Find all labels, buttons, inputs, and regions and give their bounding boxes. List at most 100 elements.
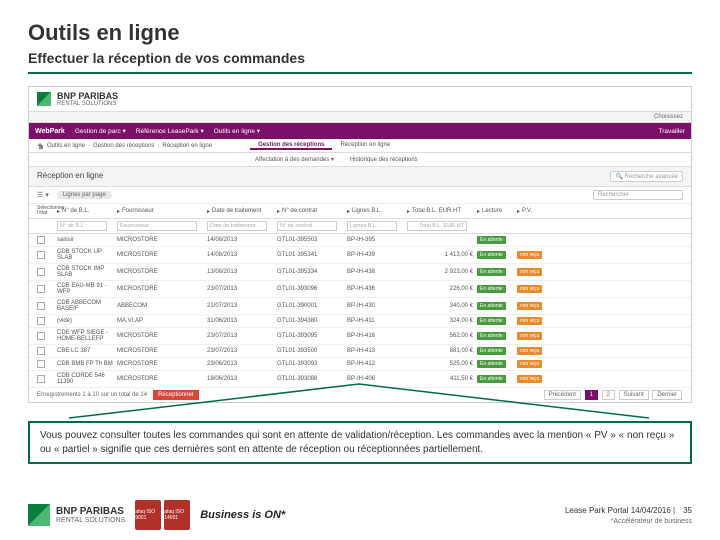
cell-four: MICROSTORE	[117, 333, 207, 339]
cell-date: 23/07/2013	[207, 286, 277, 292]
col-select: Sélectionner l'état	[37, 206, 57, 216]
subtab-affectation[interactable]: Affectation à des demandes ▾	[247, 153, 342, 166]
cell-total: 1 413,00 €	[407, 252, 477, 258]
cell-lecture: En attente	[477, 332, 517, 340]
panel-title-bar: Réception en ligne 🔍 Recherche avancée	[29, 167, 691, 187]
app-header: BNP PARIBAS RENTAL SOLUTIONS	[29, 87, 691, 112]
cell-contrat: GTL01-395334	[277, 269, 347, 275]
menu-item-parc[interactable]: Gestion de parc ▾	[75, 127, 126, 135]
cell-contrat: GTL01-394380	[277, 318, 347, 324]
cell-bl: CDB CORDE 546 11390	[57, 373, 117, 385]
row-checkbox[interactable]	[37, 268, 45, 276]
menu-item-outils[interactable]: Outils en ligne ▾	[214, 127, 260, 135]
table-row[interactable]: CDB EAU-MB 91 - WFPMICROSTORE23/07/2013G…	[29, 281, 691, 298]
cell-bl: CDB STOCK UP SLAB	[57, 249, 117, 261]
breadcrumb-bar: Outils en ligne · Gestion des réceptions…	[29, 139, 691, 153]
row-checkbox[interactable]	[37, 285, 45, 293]
menu-right[interactable]: Travailler	[659, 128, 686, 135]
filter-four[interactable]: Fournisseur	[117, 221, 197, 231]
table-row[interactable]: CDB CORDE 546 11390MICROSTORE18/06/2013G…	[29, 371, 691, 388]
cell-contrat: GTL01-390001	[277, 303, 347, 309]
pager-2[interactable]: 2	[602, 390, 615, 400]
search-input[interactable]: Rechercher	[593, 190, 683, 200]
cell-lecture: En attente	[477, 251, 517, 259]
cell-date: 14/08/2013	[207, 252, 277, 258]
cell-four: MICROSTORE	[117, 361, 207, 367]
cell-bl: CDB STOCK IMP SLAB	[57, 266, 117, 278]
tab-reception[interactable]: Réception en ligne	[332, 142, 398, 148]
col-lecture[interactable]: ▸ Lecture	[477, 206, 517, 216]
pager-controls: Précédent 1 2 Suivant Dernier	[543, 392, 683, 398]
col-fournisseur[interactable]: ▸ Fournisseur	[117, 206, 207, 216]
pager-1[interactable]: 1	[585, 390, 598, 400]
col-pv[interactable]: ▸ P.V.	[517, 206, 572, 216]
cell-total: 226,00 €	[407, 286, 477, 292]
lines-per-page[interactable]: Lignes par page	[57, 191, 112, 199]
cell-pv: non reçu	[517, 268, 572, 276]
row-checkbox[interactable]	[37, 236, 45, 244]
afaq-14001-icon: afaq ISO 14001	[164, 500, 190, 530]
app-brand[interactable]: WebPark	[35, 128, 65, 135]
receive-button[interactable]: Réceptionner	[153, 390, 199, 400]
tab-gestion[interactable]: Gestion des réceptions	[250, 142, 332, 150]
menu-item-ref[interactable]: Référence LeasePark ▾	[136, 127, 204, 135]
pager-next[interactable]: Suivant	[619, 390, 649, 400]
subtab-historique[interactable]: Historique des réceptions	[342, 153, 426, 166]
cell-date: 31/06/2013	[207, 318, 277, 324]
col-total[interactable]: ▸ Total B.L. EUR HT	[407, 206, 477, 216]
cell-four: MICROSTORE	[117, 252, 207, 258]
table-row[interactable]: (vide)MA.VI.AP31/06/2013GTL01-394380BP-I…	[29, 315, 691, 328]
bnp-logo-icon	[37, 92, 51, 106]
cell-date: 23/07/2013	[207, 348, 277, 354]
table-body: saissirMICROSTORE14/08/2013GTL01-395503B…	[29, 234, 691, 388]
slide-title: Outils en ligne	[28, 20, 692, 46]
breadcrumb[interactable]: Outils en ligne · Gestion des réceptions…	[29, 139, 220, 152]
cell-total: 340,00 €	[407, 303, 477, 309]
cell-total: 881,00 €	[407, 348, 477, 354]
cell-lignes: BP-IH-412	[347, 361, 407, 367]
table-row[interactable]: CDB ABBECOM BASE/FABBECOM21/07/2013GTL01…	[29, 298, 691, 315]
col-date[interactable]: ▸ Date de traitement	[207, 206, 277, 216]
table-row[interactable]: CDB STOCK IMP SLABMICROSTORE13/08/2013GT…	[29, 264, 691, 281]
row-checkbox[interactable]	[37, 347, 45, 355]
filter-bl[interactable]: N° de B.L	[57, 221, 107, 231]
table-row[interactable]: saissirMICROSTORE14/08/2013GTL01-395503B…	[29, 234, 691, 247]
cell-total: 525,00 €	[407, 361, 477, 367]
user-select[interactable]: Choisissez	[654, 114, 683, 120]
cell-contrat: GTL01-393096	[277, 286, 347, 292]
col-lignes[interactable]: ▸ Lignes B.L.	[347, 206, 407, 216]
col-bl[interactable]: ▸ N° de B.L.	[57, 206, 117, 216]
table-row[interactable]: CDB STOCK UP SLABMICROSTORE14/08/2013GTL…	[29, 247, 691, 264]
cell-date: 14/08/2013	[207, 237, 277, 243]
filter-lignes[interactable]: Lignes B.L.	[347, 221, 397, 231]
filter-date[interactable]: Date de traitement	[207, 221, 267, 231]
row-checkbox[interactable]	[37, 317, 45, 325]
table-row[interactable]: CBE LC 387MICROSTORE23/07/2013GTL01-3935…	[29, 345, 691, 358]
cell-lignes: BP-IH-406	[347, 376, 407, 382]
filter-total[interactable]: Total B.L. EUR HT	[407, 221, 467, 231]
row-checkbox[interactable]	[37, 302, 45, 310]
row-checkbox[interactable]	[37, 251, 45, 259]
cell-lecture: En attente	[477, 347, 517, 355]
row-checkbox[interactable]	[37, 360, 45, 368]
row-checkbox[interactable]	[37, 332, 45, 340]
pager-prev[interactable]: Précédent	[544, 390, 581, 400]
cell-total: 2 923,00 €	[407, 269, 477, 275]
cell-four: MICROSTORE	[117, 286, 207, 292]
row-checkbox[interactable]	[37, 375, 45, 383]
table-row[interactable]: CDB BMB FP Th BMMICROSTORE23/06/2013GTL0…	[29, 358, 691, 371]
filter-toggle[interactable]: ☰ ▾	[37, 191, 49, 199]
user-bar: Choisissez	[29, 112, 691, 123]
col-contrat[interactable]: ▸ N° de contrat	[277, 206, 347, 216]
cell-total: 411,50 €	[407, 376, 477, 382]
caption-box: Vous pouvez consulter toutes les command…	[28, 421, 692, 464]
filter-contrat[interactable]: N° de contrat	[277, 221, 337, 231]
afaq-badges: afaq ISO 9001 afaq ISO 14001	[135, 500, 190, 530]
cell-lecture: En attente	[477, 360, 517, 368]
cell-four: MICROSTORE	[117, 376, 207, 382]
pager-last[interactable]: Dernier	[652, 390, 682, 400]
adv-search-button[interactable]: 🔍 Recherche avancée	[610, 171, 683, 182]
table-row[interactable]: CDE WFP SIEGE - HOME-BELLEFPMICROSTORE23…	[29, 328, 691, 345]
panel-title: Réception en ligne	[37, 171, 103, 182]
footer-slogan: *Accélérateur de business	[565, 518, 692, 525]
